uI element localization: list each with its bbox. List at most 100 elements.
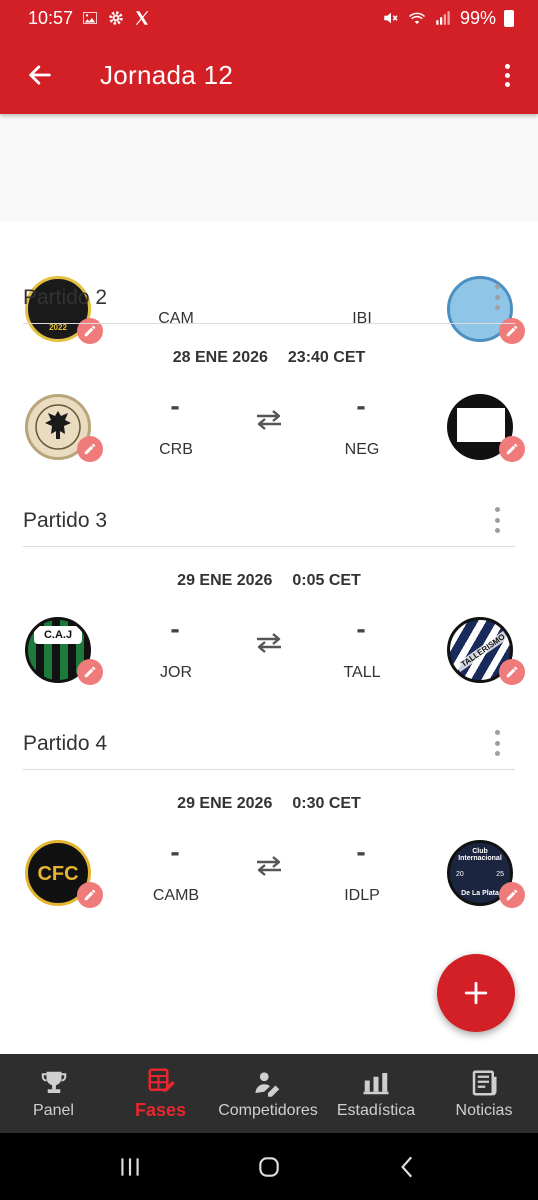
nav-item-competidores[interactable]: Competidores [214,1054,322,1133]
team-crest-idlp[interactable]: Club Internacional 20 25 De La Plata [447,840,525,908]
recent-apps-icon [120,1157,139,1176]
pencil-icon [506,889,518,901]
home-score: - [170,613,180,644]
match-date: 29 ENE 2026 [177,572,273,589]
system-navigation-bar [0,1133,538,1200]
nav-item-fases[interactable]: Fases [107,1054,214,1133]
chevron-left-icon [401,1156,413,1177]
arrow-left-icon [29,65,51,85]
more-vert-dot [494,751,500,756]
nav-item-noticias[interactable]: Noticias [430,1054,538,1133]
more-vert-icon [494,730,500,735]
more-vert-dot [494,517,500,523]
crest-text: CFC [37,863,79,885]
match-time: 23:40 CET [287,349,366,366]
crest-text-right: 25 [496,871,504,878]
edit-crest-button[interactable] [77,882,103,908]
status-time: 10:57 [28,7,74,28]
match-datetime: 29 ENE 2026 0:30 CET [0,795,538,813]
settings-icon [107,9,125,27]
match-title: Partido 3 [23,509,108,532]
match-title: Partido 2 [23,286,108,309]
more-vert-icon [494,507,500,512]
pencil-icon [84,325,96,337]
nav-label: Noticias [455,1101,513,1119]
bar-chart-icon [361,1068,391,1098]
recent-apps-button[interactable] [110,1147,150,1187]
page-title: Jornada 12 [100,59,234,90]
away-team-abbr: IDLP [344,887,380,904]
match-date: 28 ENE 2026 [172,349,268,366]
home-score: - [170,390,180,421]
match-header: Partido 4 [23,724,515,770]
pencil-icon [506,443,518,455]
more-vert-icon [504,63,510,69]
battery-icon [504,9,514,27]
nav-label: Competidores [218,1101,318,1119]
signal-icon [434,9,452,27]
pencil-icon [84,666,96,678]
system-back-button[interactable] [388,1147,428,1187]
team-crest-neg[interactable] [447,394,525,462]
crest-text-left: 20 [456,871,464,878]
nav-item-panel[interactable]: Panel [0,1054,107,1133]
edit-crest-button[interactable] [499,436,525,462]
status-left: 10:57 [28,8,151,29]
home-team-abbr: CAMB [152,887,200,904]
nav-label: Panel [33,1101,74,1119]
nav-item-estadistica[interactable]: Estadística [322,1054,430,1133]
team-crest-jor[interactable]: C.A.J [25,617,103,685]
match-title: Partido 4 [23,732,108,755]
header-band [0,114,538,220]
match-time: 0:30 CET [292,795,361,812]
pencil-icon [506,325,518,337]
more-vert-dot [504,72,510,78]
crest-text: C.A.J [34,626,82,644]
wifi-icon [408,9,426,27]
more-vert-icon [494,284,500,289]
home-icon [259,1156,279,1177]
trophy-icon [39,1068,69,1098]
matches-list[interactable]: 2022 CAM IBI Partido 2 28 ENE 2026 23:40 … [0,114,538,1054]
more-vert-dot [494,294,500,300]
newspaper-icon [469,1068,499,1098]
match-options-button[interactable] [491,284,503,310]
team-crest-crb[interactable] [25,394,103,462]
gallery-icon [81,9,99,27]
away-team-abbr: TALL [343,664,381,681]
nav-label: Estadística [336,1101,416,1119]
away-score: - [356,836,366,867]
home-team-abbr: CRB [159,441,193,458]
swap-icon[interactable] [255,631,283,655]
more-vert-dot [494,305,500,310]
add-match-button[interactable] [437,954,515,1032]
home-team-abbr: JOR [160,664,192,681]
match-options-button[interactable] [491,507,503,533]
swap-icon[interactable] [255,854,283,878]
pencil-icon [84,443,96,455]
more-vert-dot [494,528,500,533]
away-score: - [356,390,366,421]
more-vert-dot [504,81,510,87]
team-crest-camb[interactable]: CFC [25,840,103,908]
home-score: - [170,836,180,867]
match-options-button[interactable] [491,730,503,756]
team-crest-tall[interactable]: TALLERISMO [447,617,525,685]
edit-crest-button[interactable] [77,436,103,462]
person-icon [253,1068,283,1098]
swap-icon[interactable] [255,408,283,432]
edit-crest-button[interactable] [499,659,525,685]
away-team-abbr: NEG [344,441,380,458]
back-button[interactable] [20,55,60,95]
match-header: Partido 2 [23,278,515,324]
pencil-icon [506,666,518,678]
edit-crest-button[interactable] [499,882,525,908]
status-bar: 10:57 99% [0,0,538,36]
home-button[interactable] [249,1147,289,1187]
edit-crest-button[interactable] [77,659,103,685]
nav-label: Fases [134,1100,187,1120]
pencil-icon [84,889,96,901]
mute-icon [382,9,400,27]
more-options-button[interactable] [492,55,522,95]
match-time: 0:05 CET [292,572,361,589]
